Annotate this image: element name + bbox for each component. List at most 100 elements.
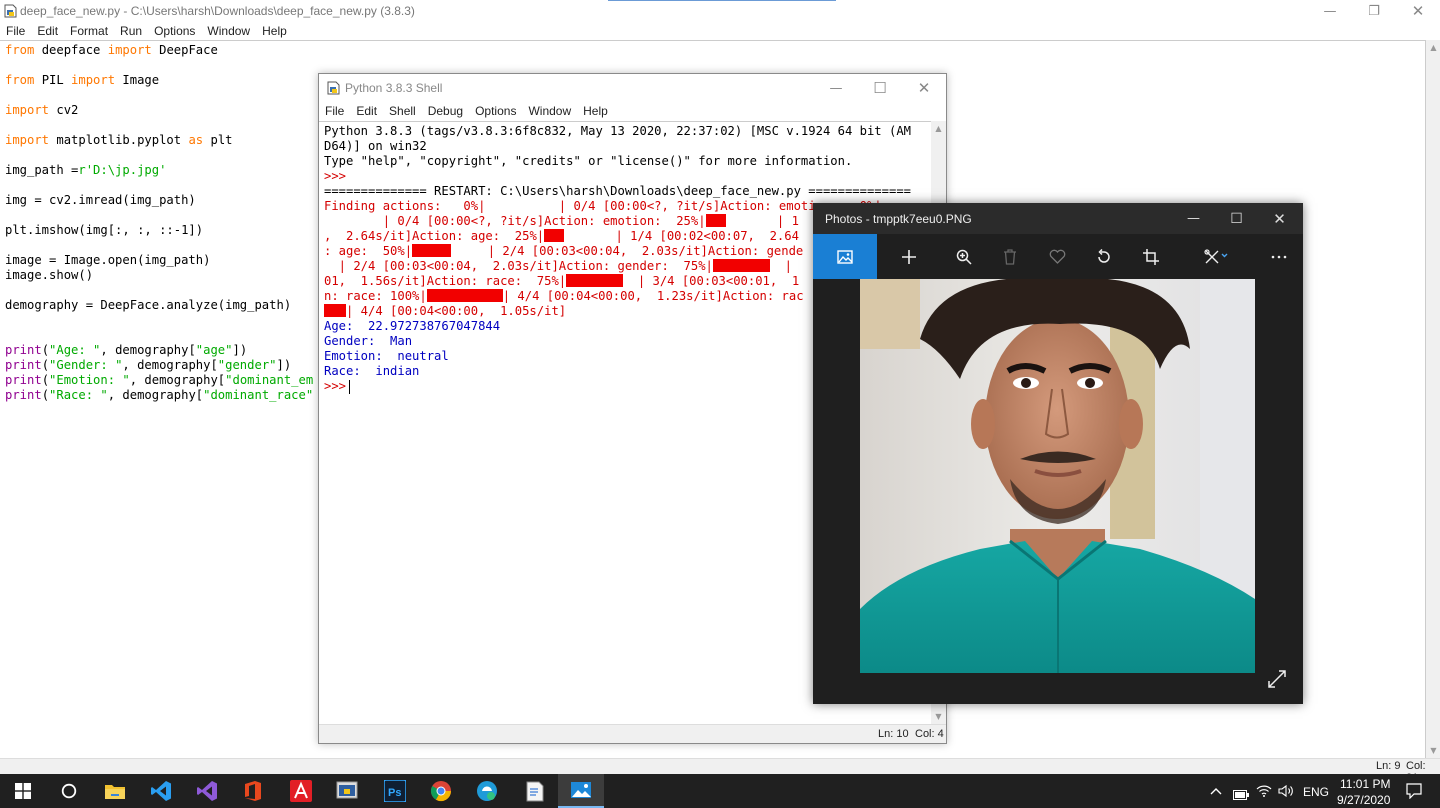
code-line: import matplotlib.pyplot as plt <box>5 133 233 147</box>
editor-menu-run[interactable]: Run <box>120 22 142 40</box>
file-explorer-button[interactable] <box>92 774 138 808</box>
rotate-button[interactable] <box>1081 234 1127 279</box>
shell-menu-options[interactable]: Options <box>475 102 516 121</box>
code-line: from PIL import Image <box>5 73 160 87</box>
progress-line: | 4/4 [00:04<00:00, 1.05s/it] <box>324 304 566 319</box>
code-line: image = Image.open(img_path) <box>5 253 211 267</box>
shell-banner: Type "help", "copyright", "credits" or "… <box>324 154 853 168</box>
delete-button[interactable] <box>987 234 1033 279</box>
code-line: print("Gender: ", demography["gender"]) <box>5 358 292 372</box>
start-icon <box>15 783 31 799</box>
shell-menu-window[interactable]: Window <box>528 102 571 121</box>
edge-button[interactable] <box>464 774 510 808</box>
progress-line: , 2.64s/it]Action: age: 25%| | 1/4 [00:0… <box>324 229 799 243</box>
editor-close-button[interactable]: ✕ <box>1396 0 1440 22</box>
gallery-button[interactable] <box>813 234 877 279</box>
shell-line-indicator: Ln: 10 <box>878 728 909 740</box>
shell-window-title: Python 3.8.3 Shell <box>345 81 443 95</box>
editor-menu-window[interactable]: Window <box>207 22 250 40</box>
displayed-photo[interactable] <box>860 279 1255 673</box>
photoshop-icon: Ps <box>384 780 406 802</box>
photos-window-title: Photos - tmpptk7eeu0.PNG <box>825 212 972 226</box>
cortana-button[interactable] <box>46 774 92 808</box>
shell-close-button[interactable]: ✕ <box>902 74 946 102</box>
more-button[interactable] <box>1256 234 1302 279</box>
python-idle-button[interactable] <box>324 774 370 808</box>
shell-prompt: >>> <box>324 379 347 393</box>
result-gender: Gender: Man <box>324 334 413 348</box>
scroll-down-arrow[interactable]: ▼ <box>1426 743 1440 758</box>
photos-minimize-button[interactable]: — <box>1172 203 1215 234</box>
office-icon <box>245 781 261 801</box>
shell-minimize-button[interactable]: — <box>814 74 858 102</box>
speaker-icon <box>1278 784 1293 798</box>
favorite-icon <box>1049 249 1065 264</box>
editor-scrollbar[interactable]: ▲ ▼ <box>1426 40 1440 758</box>
shell-menu-shell[interactable]: Shell <box>389 102 416 121</box>
shell-titlebar: Python 3.8.3 Shell — ☐ ✕ <box>319 74 946 102</box>
battery-icon <box>1233 790 1249 800</box>
wifi-icon <box>1256 785 1272 797</box>
zoom-icon <box>956 249 972 265</box>
progress-line: | 0/4 [00:00<?, ?it/s]Action: emotion: 2… <box>324 214 799 228</box>
start-button[interactable] <box>0 774 46 808</box>
notifications-button[interactable] <box>1406 783 1422 803</box>
edge-icon <box>477 781 497 801</box>
progress-line: : age: 50%| | 2/4 [00:03<00:04, 2.03s/it… <box>324 244 804 258</box>
editor-menu-format[interactable]: Format <box>70 22 108 40</box>
fullscreen-button[interactable] <box>1267 669 1293 695</box>
progress-bar <box>566 274 624 287</box>
add-button[interactable] <box>886 234 932 279</box>
edit-create-button[interactable] <box>1196 234 1236 279</box>
editor-maximize-button[interactable]: ❐ <box>1352 0 1396 22</box>
editor-menu-edit[interactable]: Edit <box>37 22 58 40</box>
shell-menu-help[interactable]: Help <box>583 102 608 121</box>
gallery-icon <box>837 249 853 264</box>
shell-statusbar: Ln: 10 Col: 4 <box>319 724 946 743</box>
scroll-down-arrow[interactable]: ▼ <box>931 709 946 724</box>
office-button[interactable] <box>230 774 276 808</box>
crop-button[interactable] <box>1128 234 1174 279</box>
scroll-up-arrow[interactable]: ▲ <box>1426 40 1440 55</box>
show-hidden-icons-button[interactable] <box>1210 784 1222 798</box>
acrobat-button[interactable] <box>278 774 324 808</box>
rotate-icon <box>1098 248 1110 263</box>
editor-menu-file[interactable]: File <box>6 22 25 40</box>
code-line: demography = DeepFace.analyze(img_path) <box>5 298 292 312</box>
chrome-button[interactable] <box>418 774 464 808</box>
photos-close-button[interactable]: ✕ <box>1258 203 1301 234</box>
progress-line: n: race: 100%| | 4/4 [00:04<00:00, 1.23s/… <box>324 289 804 303</box>
wifi-status[interactable] <box>1256 783 1272 802</box>
shell-restart-line: ============== RESTART: C:\Users\harsh\D… <box>324 184 911 198</box>
editor-statusbar: Ln: 9 Col: 21 <box>0 758 1440 784</box>
scroll-up-arrow[interactable]: ▲ <box>931 121 946 136</box>
editor-menu-options[interactable]: Options <box>154 22 195 40</box>
clock-time[interactable]: 11:01 PM <box>1340 777 1390 791</box>
editor-menu-help[interactable]: Help <box>262 22 287 40</box>
acrobat-icon <box>290 780 312 802</box>
shell-menu-debug[interactable]: Debug <box>428 102 463 121</box>
shell-menu-edit[interactable]: Edit <box>356 102 377 121</box>
photoshop-button[interactable]: Ps <box>372 774 418 808</box>
chrome-icon <box>430 781 452 802</box>
vscode-button[interactable] <box>138 774 184 808</box>
file-explorer-icon <box>105 785 125 799</box>
shell-menu-file[interactable]: File <box>325 102 344 121</box>
zoom-button[interactable] <box>941 234 987 279</box>
photos-maximize-button[interactable]: ☐ <box>1215 203 1258 234</box>
notepad-button[interactable] <box>512 774 558 808</box>
shell-menubar: File Edit Shell Debug Options Window Hel… <box>319 102 946 121</box>
favorite-button[interactable] <box>1034 234 1080 279</box>
photos-window: Photos - tmpptk7eeu0.PNG — ☐ ✕ <box>813 203 1303 704</box>
visual-studio-button[interactable] <box>184 774 230 808</box>
clock-date[interactable]: 9/27/2020 <box>1337 793 1390 807</box>
shell-maximize-button[interactable]: ☐ <box>858 74 902 102</box>
code-line: img = cv2.imread(img_path) <box>5 193 196 207</box>
volume-control[interactable] <box>1278 783 1294 802</box>
vscode-icon <box>151 781 171 801</box>
photos-taskbar-button[interactable] <box>558 774 604 808</box>
input-language[interactable]: ENG <box>1303 785 1329 799</box>
editor-minimize-button[interactable]: — <box>1308 0 1352 22</box>
battery-status[interactable] <box>1233 785 1249 804</box>
python-shell-icon <box>327 81 340 95</box>
